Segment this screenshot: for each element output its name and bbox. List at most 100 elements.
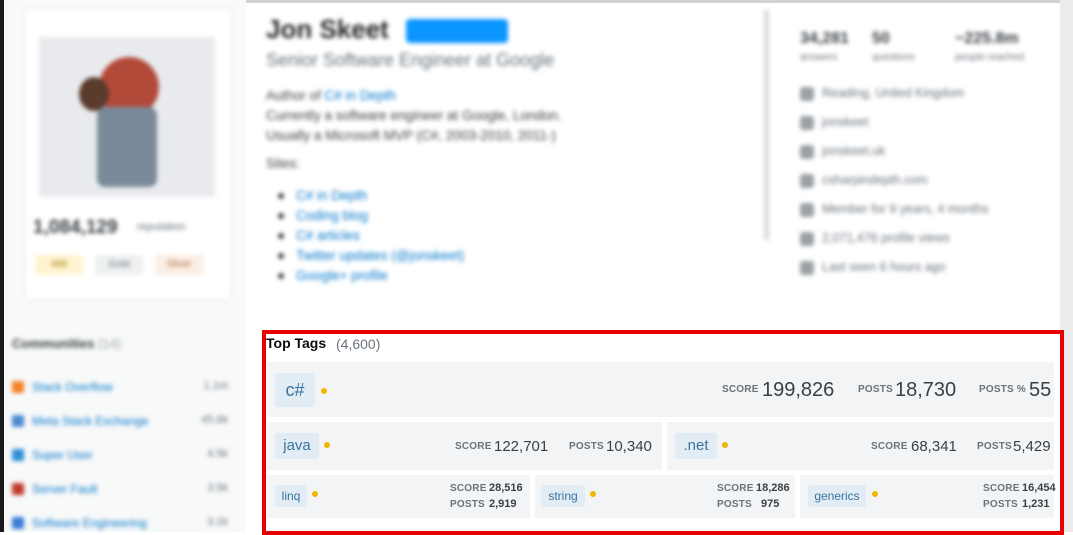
silver-badge-count[interactable]: Gold (95, 255, 143, 275)
stack-overflow-icon (12, 381, 24, 393)
last-seen-text: Last seen 6 hours ago (822, 260, 946, 274)
member-row: Member for 9 years, 4 months (800, 202, 989, 217)
avatar-shape (97, 107, 157, 187)
posts-label: POSTS (983, 499, 1018, 510)
tag-card-csharp: c# SCORE 199,826 POSTS 18,730 POSTS % 55 (267, 362, 1054, 417)
communities-heading: Communities (14) (12, 336, 121, 351)
location-icon (800, 86, 814, 101)
site-link[interactable]: Google+ profile (296, 268, 388, 283)
twitter-icon (800, 115, 814, 130)
community-item[interactable]: Meta Stack Exchange 45.6k (12, 412, 232, 432)
email-row[interactable]: csharpindepth.com (800, 173, 928, 188)
tag-java[interactable]: java (275, 433, 319, 459)
site-item[interactable]: Coding blog (278, 206, 464, 226)
community-count: 3.1k (207, 516, 228, 528)
community-count: 1.1m (203, 380, 228, 392)
software-engineering-icon (12, 517, 24, 529)
score-value: 199,826 (762, 379, 835, 401)
bronze-badge-count[interactable]: Silver (155, 255, 203, 275)
meta-icon (12, 415, 24, 427)
tag-csharp[interactable]: c# (275, 373, 315, 407)
community-item[interactable]: Software Engineering 3.1k (12, 514, 232, 534)
site-link[interactable]: C# articles (296, 228, 360, 243)
site-item[interactable]: Google+ profile (278, 266, 464, 286)
last-seen-row: Last seen 6 hours ago (800, 260, 946, 275)
score-value: 28,516 (489, 482, 523, 494)
moderator-badge (406, 19, 508, 43)
about-line: Author of C# in Depth (266, 86, 562, 106)
score-label: SCORE (983, 483, 1020, 494)
posts-label: POSTS (858, 384, 893, 395)
about-line: Usually a Microsoft MVP (C#, 2003-2010, … (266, 128, 556, 143)
tag-generics[interactable]: generics (808, 485, 866, 507)
user-card: 1,084,129 reputation 496 Gold Silver (24, 8, 232, 300)
posts-label: POSTS (569, 441, 604, 452)
gold-badge-dot (324, 442, 330, 448)
score-value: 122,701 (494, 438, 549, 455)
about-text: Author of (266, 88, 325, 103)
community-item[interactable]: Super User 4.5k (12, 446, 232, 466)
gold-badge-dot (590, 491, 596, 497)
email-text: csharpindepth.com (822, 173, 928, 187)
communities-title: Communities (12, 336, 95, 351)
answers-count: 34,281 (800, 30, 849, 47)
tag-card-dotnet: .net SCORE 68,341 POSTS 5,429 (667, 422, 1054, 470)
reputation-label: reputation (137, 221, 186, 233)
user-name: Jon Skeet (266, 14, 389, 44)
avatar[interactable] (39, 37, 215, 197)
bullet-icon (278, 193, 284, 200)
community-item[interactable]: Server Fault 3.5k (12, 480, 232, 500)
posts-value: 975 (761, 498, 780, 510)
posts-percent-value: 55 (1029, 379, 1052, 401)
community-item[interactable]: Stack Overflow 1.1m (12, 378, 232, 398)
mail-icon (800, 173, 814, 188)
posts-percent-label: POSTS % (979, 384, 1026, 395)
questions-count: 50 (872, 30, 890, 47)
posts-value: 10,340 (606, 438, 652, 455)
community-name: Software Engineering (32, 516, 147, 530)
tag-dotnet[interactable]: .net (675, 433, 717, 459)
tag-linq[interactable]: linq (275, 485, 307, 507)
about-link[interactable]: C# in Depth (325, 88, 396, 103)
score-label: SCORE (717, 483, 754, 494)
score-value: 68,341 (911, 438, 957, 455)
posts-value: 2,919 (489, 498, 517, 510)
views-text: 2,071,476 profile views (822, 231, 950, 245)
tag-card-java: java SCORE 122,701 POSTS 10,340 (267, 422, 662, 470)
avatar-shape (79, 77, 109, 111)
sites-heading: Sites: (266, 156, 300, 171)
website-row[interactable]: jonskeet.uk (800, 144, 885, 159)
site-link[interactable]: C# in Depth (296, 188, 367, 203)
views-row: 2,071,476 profile views (800, 231, 950, 246)
answers-label: answers (800, 52, 838, 63)
posts-value: 5,429 (1013, 438, 1051, 455)
server-fault-icon (12, 483, 24, 495)
reached-label: people reached (955, 52, 1024, 63)
score-value: 16,454 (1022, 482, 1056, 494)
twitter-text: jonskeet (822, 115, 869, 129)
eye-icon (800, 231, 814, 246)
tag-card-string: string SCORE 18,286 POSTS 975 (535, 475, 795, 518)
site-link[interactable]: Coding blog (296, 208, 368, 223)
gold-badge-count[interactable]: 496 (35, 255, 83, 275)
top-tags-count: (4,600) (336, 336, 381, 352)
site-item[interactable]: Twitter updates (@jonskeet) (278, 246, 464, 266)
twitter-row[interactable]: jonskeet (800, 115, 869, 130)
reached-count: ~225.8m (955, 30, 1019, 47)
bullet-icon (278, 213, 284, 220)
score-label: SCORE (450, 483, 487, 494)
sites-list: C# in Depth Coding blog C# articles Twit… (278, 186, 464, 286)
community-count: 45.6k (201, 414, 228, 426)
questions-label: questions (872, 52, 915, 63)
member-text: Member for 9 years, 4 months (822, 202, 989, 216)
column-divider (764, 10, 769, 240)
site-item[interactable]: C# in Depth (278, 186, 464, 206)
gold-badge-dot (321, 388, 327, 394)
community-name: Stack Overflow (32, 380, 113, 394)
posts-label: POSTS (977, 441, 1012, 452)
tag-string[interactable]: string (541, 485, 585, 507)
gold-badge-dot (312, 491, 318, 497)
reputation-value: 1,084,129 (33, 217, 118, 238)
site-item[interactable]: C# articles (278, 226, 464, 246)
site-link[interactable]: Twitter updates (@jonskeet) (296, 248, 464, 263)
